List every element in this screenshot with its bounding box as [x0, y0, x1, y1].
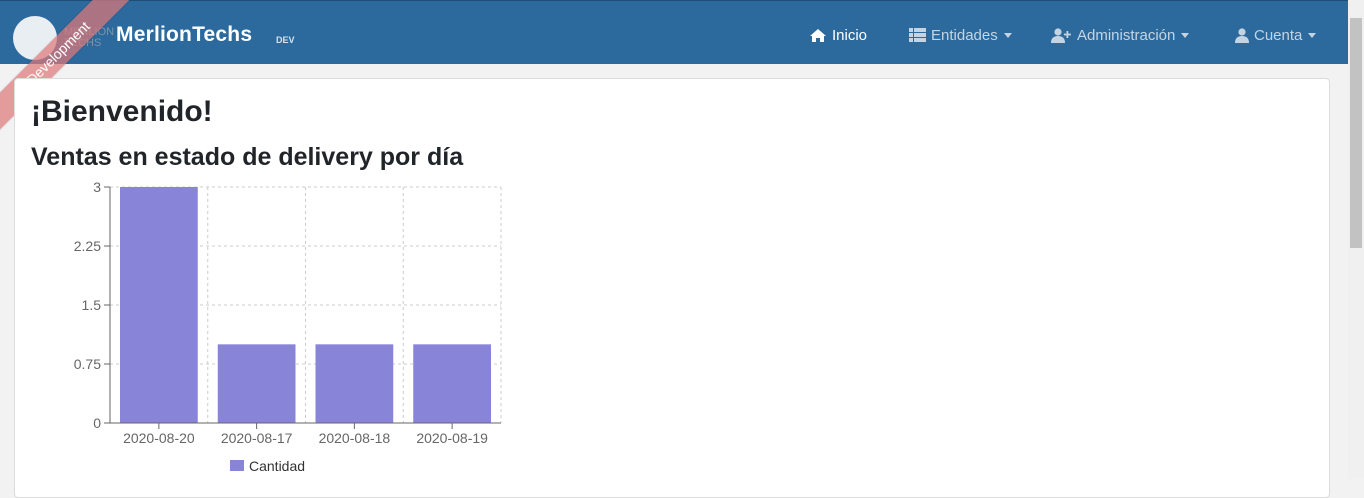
brand-logo[interactable] — [13, 16, 57, 60]
nav-inicio[interactable]: Inicio — [809, 25, 867, 45]
x-tick-label: 2020-08-19 — [416, 430, 488, 446]
legend-label: Cantidad — [249, 458, 305, 474]
env-badge: DEV — [276, 35, 295, 45]
user-plus-icon — [1051, 27, 1071, 43]
user-icon — [1235, 27, 1249, 43]
table-icon — [909, 28, 926, 42]
chevron-down-icon — [1181, 32, 1190, 38]
y-tick-label: 2.25 — [74, 238, 101, 254]
chart-heading: Ventas en estado de delivery por día — [31, 143, 464, 171]
chevron-down-icon — [1003, 32, 1012, 38]
nav-administracion-label: Administración — [1077, 26, 1176, 44]
nav-entidades[interactable]: Entidades — [909, 25, 1012, 45]
chevron-down-icon — [1308, 32, 1317, 38]
scrollbar-thumb[interactable] — [1350, 18, 1362, 248]
nav-administracion[interactable]: Administración — [1051, 25, 1190, 45]
nav-cuenta[interactable]: Cuenta — [1235, 25, 1317, 45]
home-icon — [810, 28, 826, 42]
brand-name[interactable]: MerlionTechs — [116, 23, 252, 47]
bar — [217, 344, 296, 423]
bar — [120, 187, 198, 423]
legend-swatch — [230, 460, 244, 471]
welcome-heading: ¡Bienvenido! — [31, 95, 213, 128]
sales-bar-chart: 0 0.75 1.5 2.25 3 2020-08-20 2020-08-17 2020-08… — [74, 180, 502, 474]
logo-text: MERLION TECHS — [64, 26, 115, 49]
bar — [315, 344, 394, 423]
x-tick-label: 2020-08-20 — [123, 430, 195, 446]
x-tick-label: 2020-08-18 — [319, 430, 391, 446]
nav-entidades-label: Entidades — [931, 26, 998, 44]
bar — [413, 344, 491, 423]
y-tick-label: 1.5 — [82, 297, 102, 313]
top-navbar: MERLION TECHS MerlionTechs DEV Inicio En… — [0, 0, 1364, 64]
nav-inicio-label: Inicio — [832, 26, 868, 44]
y-tick-label: 0.75 — [74, 356, 101, 372]
y-tick-label: 3 — [93, 180, 101, 195]
x-tick-label: 2020-08-17 — [221, 430, 293, 446]
y-tick-label: 0 — [93, 415, 101, 431]
nav-cuenta-label: Cuenta — [1254, 26, 1303, 44]
